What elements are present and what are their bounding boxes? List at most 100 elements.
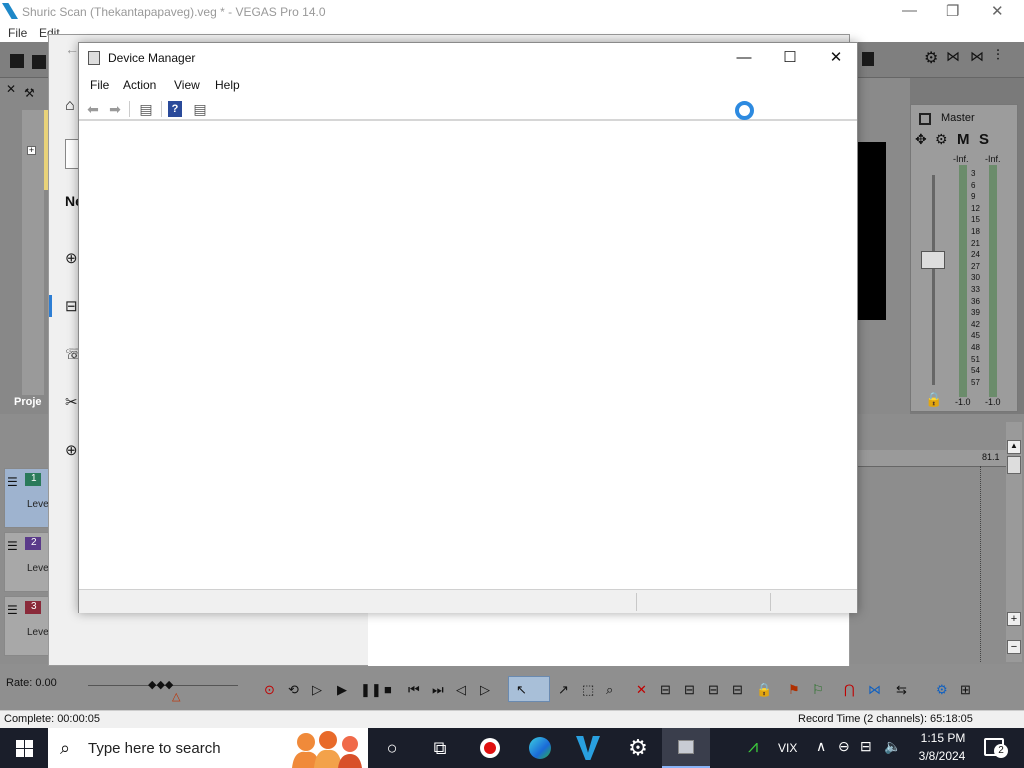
trim-end-icon[interactable]: ⊟ [708,682,719,698]
restore-icon[interactable]: ❐ [946,2,959,20]
scroll-up-icon[interactable]: ▲ [1007,440,1021,454]
open-folder-icon[interactable] [32,55,46,69]
volume-fader[interactable] [921,251,945,269]
back-icon[interactable]: ⬅ [84,101,102,117]
vegas-menu-file[interactable]: File [8,26,27,40]
rate-label: Rate: 0.00 [6,677,57,689]
loop-icon[interactable]: ⟲ [288,682,299,698]
settings-icon[interactable]: ⚙ [614,728,662,768]
zoom-out-icon[interactable]: − [1007,640,1021,654]
help-icon[interactable]: ? [168,101,182,117]
previous-frame-icon[interactable]: ◁ [456,682,466,698]
mute-button[interactable]: M [957,131,970,148]
lock-events-icon[interactable]: 🔒 [756,682,772,698]
timeline-icon[interactable]: ⧉ [416,728,464,768]
minimize-icon[interactable]: — [902,2,917,19]
maximize-button[interactable]: ☐ [775,47,805,69]
settings-gear-icon[interactable]: ⚙ [924,48,938,68]
camera-icon[interactable]: ⊖ [838,738,850,755]
network-status-icon[interactable]: ⊕ [65,249,78,267]
zoom-in-icon[interactable]: + [1007,612,1021,626]
track-header[interactable]: ☰ 2 Leve [4,532,50,592]
master-fx-icon[interactable]: ⚙ [935,131,948,148]
clock-date[interactable]: 3/8/2024 [910,749,974,763]
vegas-app[interactable] [564,728,612,768]
task-view-icon[interactable]: ○ [368,728,416,768]
go-to-start-icon[interactable]: ⏮ [408,682,420,698]
solo-button[interactable]: S [979,131,989,148]
vix-chart-icon[interactable]: ⩘ [748,736,758,757]
mixer-icon[interactable]: ⋈ [946,48,960,65]
split-icon[interactable]: ⊟ [732,682,743,698]
home-icon[interactable]: ⌂ [65,97,75,115]
vpn-icon[interactable]: ✂ [65,393,78,411]
forward-icon[interactable]: ➡ [106,101,124,117]
next-frame-icon[interactable]: ▷ [480,682,490,698]
play-icon[interactable]: ▶ [337,682,347,698]
ripple-icon[interactable]: ⇆ [896,682,907,698]
sliders-icon[interactable]: ⫶ [996,47,1000,64]
ethernet-icon[interactable]: ⊟ [65,297,78,315]
timeline-scrollbar[interactable]: ▲ + − [1006,422,1022,662]
zoom-tool-icon[interactable]: ⌕ [606,682,613,698]
pause-icon[interactable]: ❚❚ [360,682,382,698]
envelope-tool-icon[interactable]: ↗ [558,682,569,698]
trim-start-icon[interactable]: ⊟ [684,682,695,698]
start-button[interactable] [0,728,48,768]
clock-time[interactable]: 1:15 PM [918,731,968,745]
play-from-start-icon[interactable]: ▷ [312,682,322,698]
minimize-button[interactable]: — [729,47,759,69]
stop-icon[interactable]: ■ [384,682,392,697]
panel-close-icon[interactable]: ✕ [6,82,16,96]
rate-slider[interactable]: ◆◆◆ [148,678,173,691]
lock-icon[interactable]: 🔒 [925,391,942,408]
scroll-thumb[interactable] [1007,456,1021,474]
track-menu-icon[interactable]: ☰ [7,539,18,553]
show-hidden-icons[interactable]: ∧ [816,738,826,755]
track-menu-icon[interactable]: ☰ [7,475,18,489]
cursor-tool-icon[interactable]: ↖ [516,682,527,698]
recorder-app[interactable] [466,728,514,768]
properties-icon[interactable]: ▤ [137,101,155,117]
new-project-icon[interactable] [10,54,24,68]
volume-muted-icon[interactable]: 🔈 [884,738,901,755]
delete-icon[interactable]: ✕ [636,682,647,698]
fx-icon[interactable]: ⋈ [970,48,984,65]
record-icon[interactable]: ⊙ [264,682,275,698]
menu-action[interactable]: Action [123,78,156,92]
auto-crossfade-icon[interactable]: ⋈ [868,682,881,698]
device-manager-icon [88,51,100,65]
selection-tool-icon[interactable]: ⬚ [582,682,594,698]
edge-app[interactable] [516,728,564,768]
tree-expand-icon[interactable]: + [27,146,36,155]
search-box[interactable]: ⌕ Type here to search [48,728,368,768]
network-icon[interactable]: ⊟ [860,738,872,755]
device-tree-view[interactable] [79,125,857,588]
menu-help[interactable]: Help [215,78,240,92]
snapping-icon[interactable]: ⋂ [844,682,855,698]
lock-envelopes-icon[interactable]: ⚙ [936,682,948,698]
windows-logo-icon [16,740,33,757]
ignore-grouping-icon[interactable]: ⊞ [960,682,971,698]
track-header[interactable]: ☰ 1 Leve [4,468,50,528]
track-header[interactable]: ☰ 3 Leve [4,596,50,656]
track-menu-icon[interactable]: ☰ [7,603,18,617]
copy-icon[interactable] [862,52,874,66]
close-button[interactable]: ✕ [821,47,851,69]
panel-tools-icon[interactable]: ⚒ [24,86,35,100]
region-icon[interactable]: ⚐ [812,682,824,698]
master-checkbox[interactable] [919,113,931,125]
normal-edit-tool[interactable] [508,676,550,702]
menu-view[interactable]: View [174,78,200,92]
go-to-end-icon[interactable]: ⏭ [432,682,444,698]
menu-file[interactable]: File [90,78,109,92]
back-arrow-icon[interactable]: ← [65,41,79,57]
trim-icon[interactable]: ⊟ [660,682,671,698]
pan-icon[interactable]: ✥ [915,131,927,148]
view-icon[interactable]: ▤ [191,101,209,117]
close-icon[interactable]: ✕ [991,2,1004,20]
device-manager-app[interactable] [662,728,710,768]
vix-ticker[interactable]: VIX [778,741,797,755]
marker-icon[interactable]: ⚑ [788,682,800,698]
proxy-globe-icon[interactable]: ⊕ [65,441,78,459]
